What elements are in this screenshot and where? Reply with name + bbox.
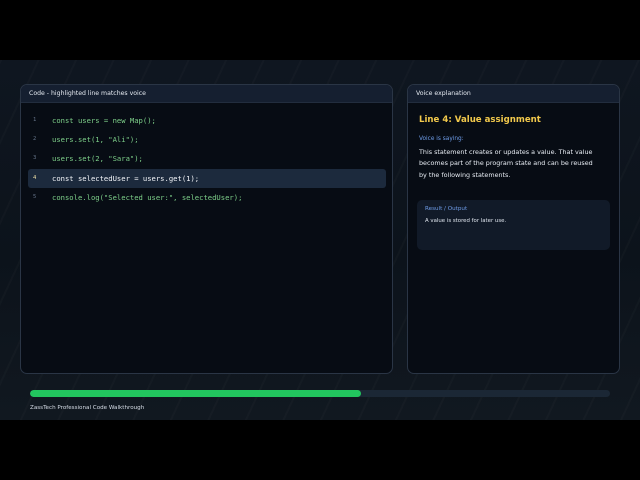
code-text: users.set(1, "Ali"); <box>52 135 139 144</box>
footer-title: ZassTech Professional Code Walkthrough <box>30 405 145 411</box>
line-number: 4 <box>33 175 37 181</box>
line-number: 5 <box>33 194 37 200</box>
progress-fill <box>30 390 361 397</box>
progress-bar[interactable] <box>30 390 610 397</box>
code-line-3[interactable]: 3 users.set(2, "Sara"); <box>28 149 386 168</box>
voice-panel-title: Voice explanation <box>408 85 619 103</box>
output-text: A value is stored for later use. <box>425 218 507 224</box>
result-output-box: Result / Output A value is stored for la… <box>417 200 610 250</box>
line-number: 1 <box>33 117 37 123</box>
voice-panel: Voice explanation Line 4: Value assignme… <box>407 84 620 374</box>
voice-heading: Line 4: Value assignment <box>419 115 541 125</box>
code-text: console.log("Selected user:", selectedUs… <box>52 193 243 202</box>
line-number: 2 <box>33 136 37 142</box>
code-line-5[interactable]: 5 console.log("Selected user:", selected… <box>28 188 386 207</box>
code-line-1[interactable]: 1 const users = new Map(); <box>28 111 386 130</box>
output-label: Result / Output <box>425 206 468 212</box>
code-panel: Code - highlighted line matches voice 1 … <box>20 84 393 374</box>
code-text: const selectedUser = users.get(1); <box>52 174 200 183</box>
code-panel-title: Code - highlighted line matches voice <box>21 85 392 103</box>
line-number: 3 <box>33 155 37 161</box>
code-text: const users = new Map(); <box>52 116 156 125</box>
code-line-4-highlighted[interactable]: 4 const selectedUser = users.get(1); <box>28 169 386 188</box>
code-text: users.set(2, "Sara"); <box>52 154 143 163</box>
code-line-2[interactable]: 2 users.set(1, "Ali"); <box>28 130 386 149</box>
voice-saying-label: Voice is saying: <box>419 136 464 142</box>
walkthrough-stage: Code - highlighted line matches voice 1 … <box>0 60 640 420</box>
voice-explanation: This statement creates or updates a valu… <box>419 148 593 179</box>
